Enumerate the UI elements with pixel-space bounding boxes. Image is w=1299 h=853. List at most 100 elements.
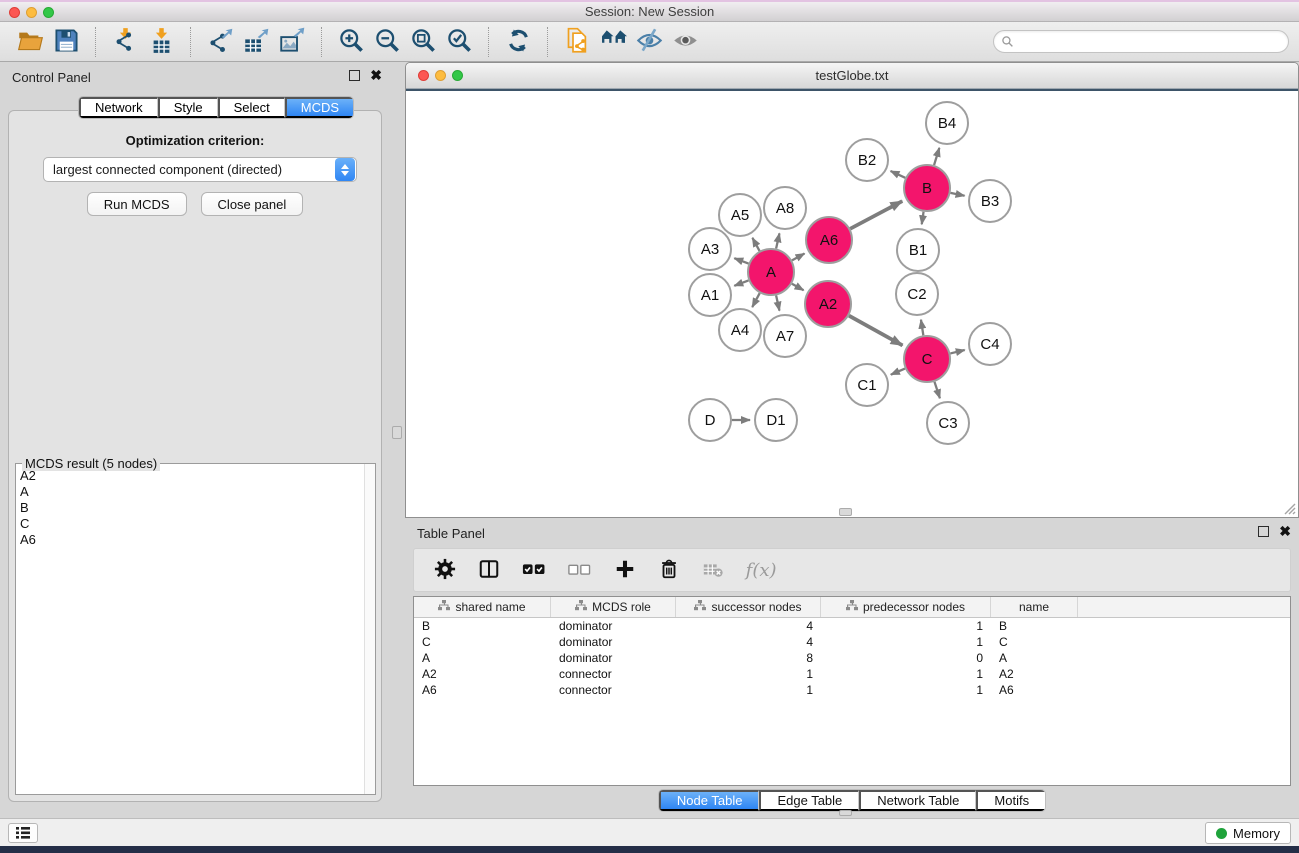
close-table-panel-icon[interactable]: ✖: [1279, 526, 1291, 537]
open-session-button[interactable]: [12, 25, 48, 59]
zoom-fit-button[interactable]: [405, 25, 441, 59]
network-window-titlebar[interactable]: testGlobe.txt: [406, 63, 1298, 89]
search-box[interactable]: [993, 30, 1289, 53]
refresh-button[interactable]: [500, 25, 536, 59]
graph-node-A8[interactable]: A8: [764, 187, 806, 229]
column-layout-button[interactable]: [478, 555, 500, 585]
resize-handle-icon[interactable]: [1282, 501, 1296, 515]
graph-node-A1[interactable]: A1: [689, 274, 731, 316]
graph-edge-B-B4[interactable]: [934, 148, 939, 165]
table-row[interactable]: Bdominator41B: [414, 618, 1290, 634]
task-history-button[interactable]: [8, 823, 38, 843]
tab-select[interactable]: Select: [218, 97, 285, 118]
column-header-predecessor-nodes[interactable]: predecessor nodes: [821, 597, 991, 617]
zoom-in-button[interactable]: [333, 25, 369, 59]
graph-node-A3[interactable]: A3: [689, 228, 731, 270]
tab-motifs[interactable]: Motifs: [976, 790, 1045, 811]
network-minimize-icon[interactable]: [435, 70, 446, 81]
graph-node-B3[interactable]: B3: [969, 180, 1011, 222]
close-window-icon[interactable]: [9, 7, 20, 18]
tab-style[interactable]: Style: [158, 97, 218, 118]
graph-edge-B-B3[interactable]: [951, 193, 965, 196]
add-column-button[interactable]: [614, 555, 636, 585]
graph-node-C1[interactable]: C1: [846, 364, 888, 406]
graph-node-D[interactable]: D: [689, 399, 731, 441]
delete-column-button[interactable]: [658, 555, 680, 585]
import-table-button[interactable]: [143, 25, 179, 59]
graph-node-A6[interactable]: A6: [806, 217, 852, 263]
graph-edge-C-C2[interactable]: [921, 320, 923, 336]
float-table-panel-icon[interactable]: [1258, 526, 1269, 537]
graph-node-B1[interactable]: B1: [897, 229, 939, 271]
result-list-item[interactable]: A2: [20, 468, 364, 484]
column-header-shared-name[interactable]: shared name: [414, 597, 551, 617]
graph-node-A4[interactable]: A4: [719, 309, 761, 351]
graph-edge-A-A5[interactable]: [752, 238, 759, 251]
network-canvas[interactable]: AA1A2A3A4A5A6A7A8BB1B2B3B4CC1C2C3C4DD1: [406, 89, 1298, 517]
close-panel-icon[interactable]: ✖: [370, 70, 382, 81]
tab-network[interactable]: Network: [79, 97, 158, 118]
close-panel-button[interactable]: Close panel: [201, 192, 304, 216]
tab-mcds[interactable]: MCDS: [285, 97, 353, 118]
search-input[interactable]: [1018, 33, 1288, 51]
tab-network-table[interactable]: Network Table: [859, 790, 976, 811]
table-row[interactable]: Adominator80A: [414, 650, 1290, 666]
settings-gear-button[interactable]: [434, 555, 456, 585]
graph-edge-B-B2[interactable]: [891, 171, 906, 178]
bottom-splitter-grip[interactable]: [839, 810, 852, 816]
graph-node-A7[interactable]: A7: [764, 315, 806, 357]
graph-node-A2[interactable]: A2: [805, 281, 851, 327]
horizontal-splitter-grip[interactable]: [839, 508, 852, 516]
graph-edge-C-C3[interactable]: [934, 382, 939, 398]
graph-node-C3[interactable]: C3: [927, 402, 969, 444]
export-image-button[interactable]: [274, 25, 310, 59]
graph-edge-A-A4[interactable]: [752, 293, 759, 307]
minimize-window-icon[interactable]: [26, 7, 37, 18]
zoom-out-button[interactable]: [369, 25, 405, 59]
criterion-dropdown[interactable]: largest connected component (directed): [43, 157, 357, 182]
graph-node-C[interactable]: C: [904, 336, 950, 382]
graph-node-A[interactable]: A: [748, 249, 794, 295]
table-row[interactable]: A2connector11A2: [414, 666, 1290, 682]
home-button[interactable]: [595, 25, 631, 59]
graph-edge-A6-B[interactable]: [850, 201, 902, 229]
column-header-MCDS-role[interactable]: MCDS role: [551, 597, 676, 617]
column-header-successor-nodes[interactable]: successor nodes: [676, 597, 821, 617]
graph-node-A5[interactable]: A5: [719, 194, 761, 236]
result-list-item[interactable]: A: [20, 484, 364, 500]
graph-node-B4[interactable]: B4: [926, 102, 968, 144]
graph-node-B[interactable]: B: [904, 165, 950, 211]
table-row[interactable]: Cdominator41C: [414, 634, 1290, 650]
save-session-button[interactable]: [48, 25, 84, 59]
network-close-icon[interactable]: [418, 70, 429, 81]
hide-selected-button[interactable]: [631, 25, 667, 59]
result-scrollbar[interactable]: [364, 464, 375, 794]
graph-edge-C-C1[interactable]: [891, 369, 905, 375]
graph-node-D1[interactable]: D1: [755, 399, 797, 441]
select-all-button[interactable]: [522, 555, 546, 585]
tab-edge-table[interactable]: Edge Table: [759, 790, 859, 811]
result-list-item[interactable]: A6: [20, 532, 364, 548]
result-list-item[interactable]: C: [20, 516, 364, 532]
deselect-all-button[interactable]: [568, 555, 592, 585]
float-panel-icon[interactable]: [349, 70, 360, 81]
vertical-splitter-grip[interactable]: [392, 426, 402, 439]
import-network-button[interactable]: [107, 25, 143, 59]
graph-edge-A-A2[interactable]: [792, 284, 804, 291]
tab-node-table[interactable]: Node Table: [659, 790, 760, 811]
graph-edge-A-A1[interactable]: [734, 280, 748, 285]
result-list-item[interactable]: B: [20, 500, 364, 516]
network-from-file-button[interactable]: [559, 25, 595, 59]
memory-button[interactable]: Memory: [1205, 822, 1291, 844]
export-network-button[interactable]: [202, 25, 238, 59]
graph-edge-C-C4[interactable]: [950, 350, 964, 353]
graph-node-B2[interactable]: B2: [846, 139, 888, 181]
graph-edge-A2-C[interactable]: [849, 316, 903, 346]
graph-edge-A-A8[interactable]: [776, 233, 779, 248]
graph-node-C4[interactable]: C4: [969, 323, 1011, 365]
show-all-button[interactable]: [667, 25, 703, 59]
zoom-selected-button[interactable]: [441, 25, 477, 59]
graph-edge-B-B1[interactable]: [922, 212, 924, 225]
network-zoom-icon[interactable]: [452, 70, 463, 81]
run-mcds-button[interactable]: Run MCDS: [87, 192, 187, 216]
